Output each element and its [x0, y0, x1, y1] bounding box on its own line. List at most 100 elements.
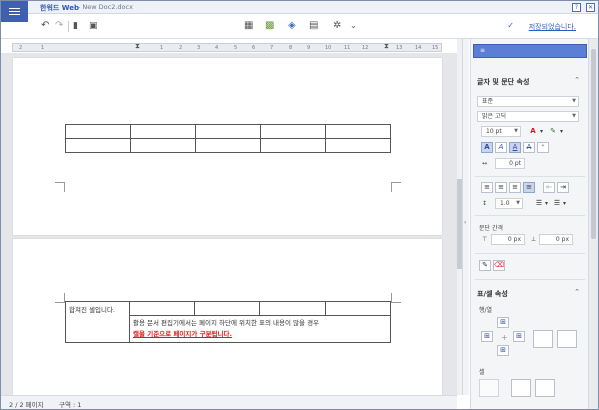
- italic-button[interactable]: A: [495, 142, 507, 153]
- superscript-icon[interactable]: ⁺: [537, 142, 549, 153]
- table-cell[interactable]: [130, 124, 196, 139]
- bullet-dropdown-icon[interactable]: ▾: [563, 200, 566, 207]
- page-1[interactable]: [13, 58, 442, 235]
- highlight-dropdown-icon[interactable]: ▾: [560, 128, 563, 135]
- align-justify-icon[interactable]: ≡: [523, 182, 535, 193]
- split-cells-vertical-icon[interactable]: [535, 379, 555, 397]
- numbered-list-icon[interactable]: ☰: [533, 198, 545, 209]
- table-cell[interactable]: [128, 301, 196, 316]
- table-insert-icon[interactable]: ▦: [244, 20, 253, 32]
- chevron-up-icon[interactable]: ⌃: [574, 76, 580, 84]
- table-cell[interactable]: [325, 138, 391, 153]
- para-spacing-label: 문단 간격: [479, 225, 503, 232]
- table-cell-section-title: 표/셀 속성: [477, 290, 508, 298]
- cell-label: 셀: [479, 369, 485, 376]
- undo-icon[interactable]: ↶: [41, 20, 49, 32]
- ruler-number: 5: [234, 45, 238, 51]
- table-cell[interactable]: [325, 124, 391, 139]
- close-icon[interactable]: ✕: [586, 3, 595, 12]
- font-color-icon[interactable]: A: [527, 126, 539, 137]
- table-cell[interactable]: [259, 301, 326, 316]
- check-icon: ✓: [507, 21, 514, 30]
- table-cell[interactable]: [195, 124, 261, 139]
- bold-button[interactable]: A: [481, 142, 493, 153]
- insert-row-above-icon[interactable]: ⊞: [497, 317, 509, 328]
- align-center-icon[interactable]: ≡: [495, 182, 507, 193]
- delete-col-icon[interactable]: [557, 330, 577, 348]
- table-cell[interactable]: [260, 138, 326, 153]
- align-right-icon[interactable]: ≡: [509, 182, 521, 193]
- ruler-number: 14: [415, 45, 422, 51]
- chevron-down-icon: ▼: [572, 113, 576, 119]
- bullet-list-icon[interactable]: ☰: [551, 198, 563, 209]
- font-size-value: 10 pt: [486, 128, 502, 135]
- panel-toggle[interactable]: ›: [462, 39, 469, 395]
- font-select-value: 맑은 고딕: [482, 113, 506, 120]
- line-spacing-value: 1.0: [500, 200, 510, 207]
- help-icon[interactable]: ?: [572, 3, 581, 12]
- font-color-dropdown-icon[interactable]: ▾: [540, 128, 543, 135]
- insert-row-below-icon[interactable]: ⊞: [497, 345, 509, 356]
- strikethrough-button[interactable]: A: [523, 142, 535, 153]
- font-select[interactable]: 맑은 고딕 ▼: [477, 111, 579, 122]
- indent-increase-icon[interactable]: ⇥: [557, 182, 569, 193]
- indent-decrease-icon[interactable]: ⇤: [543, 182, 555, 193]
- char-para-section-title: 글자 및 문단 속성: [477, 78, 530, 86]
- table-2[interactable]: 합쳐진 셀입니다. 활용 문서 편집기에서는 페이지 하단에 위치한 표의 내용…: [65, 301, 392, 343]
- split-cells-horizontal-icon[interactable]: [511, 379, 531, 397]
- table-cell[interactable]: [260, 124, 326, 139]
- more-tools-icon[interactable]: ⌄: [350, 20, 357, 32]
- textbox-insert-icon[interactable]: ▤: [309, 20, 318, 32]
- horizontal-ruler[interactable]: 2 1 ⧗ 1 2 3 4 5 6 7 8 9 10 11 12 ⧗ 13 14…: [12, 42, 442, 52]
- list-dropdown-icon[interactable]: ▾: [545, 200, 548, 207]
- scrollbar-thumb[interactable]: [591, 49, 596, 239]
- table-cell[interactable]: [130, 138, 196, 153]
- title-bar: 한워드 Web - New Doc2.docx ? ✕: [1, 1, 598, 14]
- ruler-number: 13: [396, 45, 403, 51]
- print-icon[interactable]: ▣: [89, 20, 98, 32]
- highlight-color-icon[interactable]: ✎: [547, 126, 559, 137]
- panel-tab[interactable]: ≡: [473, 44, 587, 58]
- table-cell[interactable]: [324, 301, 392, 316]
- merged-cell[interactable]: 합쳐진 셀입니다.: [65, 301, 130, 343]
- chevron-up-icon[interactable]: ⌃: [574, 288, 580, 296]
- table-1[interactable]: [65, 124, 391, 153]
- ruler-number: 15: [432, 45, 439, 51]
- table-cell[interactable]: [195, 138, 261, 153]
- ruler-number: 7: [270, 45, 274, 51]
- redo-icon[interactable]: ↷: [55, 20, 63, 32]
- page-2[interactable]: 합쳐진 셀입니다. 활용 문서 편집기에서는 페이지 하단에 위치한 표의 내용…: [13, 239, 442, 395]
- left-indent-marker[interactable]: ⧗: [135, 42, 140, 51]
- panel-divider: [475, 253, 585, 254]
- ruler-number: 6: [252, 45, 256, 51]
- image-insert-icon[interactable]: ▩: [265, 20, 274, 32]
- panel-scrollbar[interactable]: [588, 39, 598, 409]
- clear-format-icon[interactable]: ⌫: [493, 260, 505, 271]
- insert-col-left-icon[interactable]: ⊞: [481, 331, 493, 342]
- table-cell-content[interactable]: 활용 문서 편집기에서는 페이지 하단에 위치한 표의 내용이 많을 경우 캘을…: [129, 315, 391, 343]
- space-before-input[interactable]: 0 px: [491, 234, 525, 245]
- crop-mark: [55, 293, 65, 303]
- table-cell[interactable]: [65, 124, 131, 139]
- table-cell[interactable]: [194, 301, 261, 316]
- format-copy-icon[interactable]: ✎: [479, 260, 491, 271]
- underline-button[interactable]: A: [509, 142, 521, 153]
- align-left-icon[interactable]: ≡: [481, 182, 493, 193]
- merge-cells-icon[interactable]: [479, 379, 499, 397]
- special-char-icon[interactable]: ✲: [333, 20, 341, 32]
- document-canvas[interactable]: 합쳐진 셀입니다. 활용 문서 편집기에서는 페이지 하단에 위치한 표의 내용…: [1, 53, 457, 395]
- line-spacing-select[interactable]: 1.0 ▼: [495, 198, 523, 209]
- style-select[interactable]: 표준 ▼: [477, 96, 579, 107]
- main-menu-button[interactable]: [1, 1, 28, 22]
- font-size-select[interactable]: 10 pt ▼: [481, 126, 521, 137]
- char-spacing-input[interactable]: 0 pt: [495, 158, 525, 169]
- ruler-number: 10: [325, 45, 332, 51]
- right-indent-marker[interactable]: ⧗: [384, 42, 389, 51]
- table-cell[interactable]: [65, 138, 131, 153]
- shape-insert-icon[interactable]: ◈: [288, 20, 296, 32]
- insert-col-right-icon[interactable]: ⊞: [513, 331, 525, 342]
- save-icon[interactable]: ▮: [73, 20, 78, 32]
- space-after-input[interactable]: 0 px: [539, 234, 573, 245]
- save-status-link[interactable]: 저장되었습니다.: [529, 22, 576, 32]
- delete-row-icon[interactable]: [533, 330, 553, 348]
